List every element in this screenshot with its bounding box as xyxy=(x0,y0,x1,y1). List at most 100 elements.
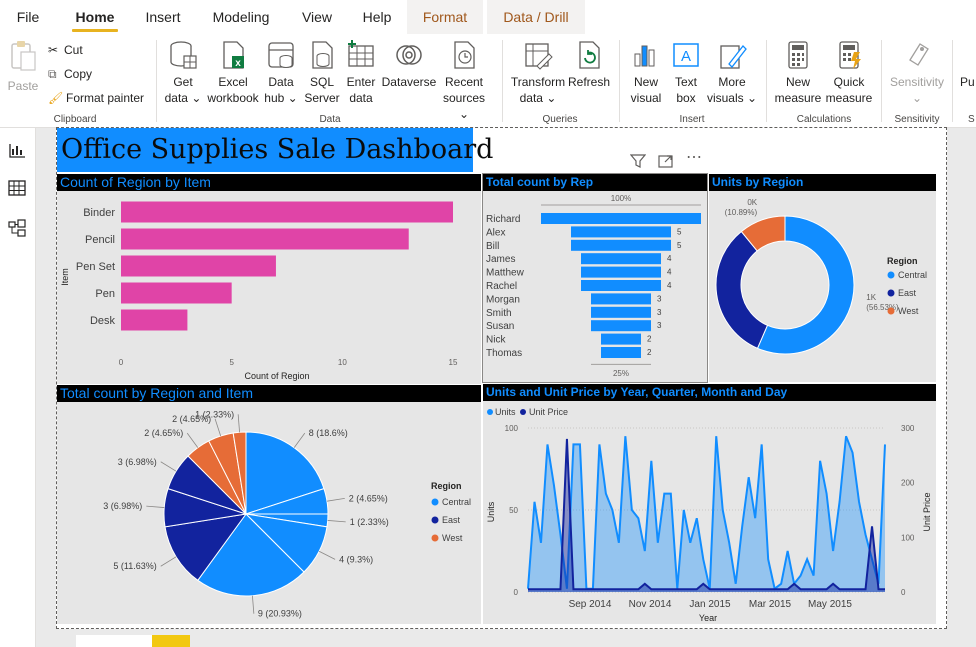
legend-marker xyxy=(431,516,439,524)
tab-view[interactable]: View xyxy=(293,0,341,34)
ribbon-separator xyxy=(952,40,953,122)
legend-label: East xyxy=(442,515,461,525)
excel-icon: x xyxy=(223,41,244,69)
tab-modeling[interactable]: Modeling xyxy=(203,0,279,34)
more-visuals-label-1: More xyxy=(718,75,746,89)
y2-tick-label: 200 xyxy=(901,479,915,488)
copy-button[interactable]: ⧉ Copy xyxy=(48,64,92,84)
more-visuals-button[interactable]: More visuals ⌄ xyxy=(706,40,758,106)
refresh-icon xyxy=(579,41,600,69)
svg-text:A: A xyxy=(681,48,691,65)
tab-data-drill[interactable]: Data / Drill xyxy=(487,0,585,34)
ribbon-separator xyxy=(619,40,620,122)
page-tab-1[interactable] xyxy=(76,635,152,647)
tab-insert[interactable]: Insert xyxy=(138,0,188,34)
get-data-button[interactable]: Get data ⌄ xyxy=(163,40,203,106)
enter-data-button[interactable]: Enter data xyxy=(342,40,380,106)
legend-label: Central xyxy=(442,497,471,507)
sensitivity-label: Sensitivity xyxy=(889,75,945,89)
page-tab-2[interactable] xyxy=(152,635,190,647)
pie-leader-line xyxy=(318,550,336,560)
paste-button[interactable]: Paste xyxy=(6,40,40,94)
x-tick-label: 0 xyxy=(119,358,124,367)
data-hub-label-1: Data xyxy=(268,75,294,89)
pie-data-label: 9 (20.93%) xyxy=(258,609,302,619)
dataverse-icon xyxy=(396,45,422,65)
funnel-top-label: 100% xyxy=(611,194,631,203)
text-box-icon: A xyxy=(673,43,699,67)
model-view-icon[interactable] xyxy=(7,218,27,238)
power-bi-window: File Home Insert Modeling View Help Form… xyxy=(0,0,976,647)
data-hub-button[interactable]: Data hub ⌄ xyxy=(262,40,300,106)
pie-data-label: 1 (2.33%) xyxy=(350,517,389,527)
quick-measure-label-2: measure xyxy=(825,91,873,105)
rep-label: Matthew xyxy=(486,268,525,279)
transform-data-button[interactable]: Transform data ⌄ xyxy=(509,40,567,106)
tab-file[interactable]: File xyxy=(6,0,50,34)
new-visual-label-1: New xyxy=(633,75,658,89)
funnel-bar xyxy=(591,306,651,318)
sensitivity-group-label: Sensitivity xyxy=(894,114,940,125)
rep-label: Smith xyxy=(486,308,512,319)
dataverse-button[interactable]: Dataverse xyxy=(381,40,437,90)
bar xyxy=(121,228,409,250)
tab-help[interactable]: Help xyxy=(354,0,400,34)
table-view-icon[interactable] xyxy=(7,178,27,198)
rep-label: Rachel xyxy=(486,281,517,292)
focus-mode-icon[interactable] xyxy=(658,154,674,168)
calculator-icon xyxy=(788,41,808,69)
pie-data-label: 2 (4.65%) xyxy=(144,428,183,438)
get-data-label-2: data ⌄ xyxy=(164,91,202,105)
cut-label: Cut xyxy=(64,43,83,57)
quick-measure-button[interactable]: Quick measure xyxy=(824,40,874,106)
format-painter-button[interactable]: 🖌 Format painter xyxy=(48,88,144,108)
more-options-icon[interactable]: ⋯ xyxy=(686,147,702,167)
pie-chart-visual[interactable]: Total count by Region and Item 8 (18.6%)… xyxy=(57,385,481,624)
funnel-chart-visual[interactable]: Total count by Rep 100% Richard Alex 5 Bill 5… xyxy=(482,173,708,383)
y2-tick-label: 300 xyxy=(901,424,915,433)
cut-button[interactable]: ✂ Cut xyxy=(48,40,83,60)
legend-marker xyxy=(887,289,895,297)
enter-data-label-1: Enter xyxy=(346,75,376,89)
category-label: Pencil xyxy=(85,234,115,246)
bar xyxy=(121,201,453,223)
refresh-button[interactable]: Refresh xyxy=(567,40,611,90)
report-view-icon[interactable] xyxy=(7,140,27,160)
clock-document-icon xyxy=(454,41,475,69)
pie-data-label: 8 (18.6%) xyxy=(309,428,348,438)
pie-leader-line xyxy=(160,461,177,472)
rep-label: Susan xyxy=(486,321,514,332)
excel-workbook-button[interactable]: x Excel workbook xyxy=(205,40,261,106)
quick-measure-icon xyxy=(839,41,861,69)
legend-marker xyxy=(520,409,526,415)
text-box-button[interactable]: A Text box xyxy=(668,40,704,106)
tab-home[interactable]: Home xyxy=(70,0,120,34)
paintbrush-icon: 🖌 xyxy=(48,91,64,105)
sensitivity-chevron-icon: ⌄ xyxy=(911,91,923,105)
sensitivity-button[interactable]: Sensitivity ⌄ xyxy=(888,40,946,106)
more-visuals-icon xyxy=(720,45,747,69)
x-tick-label: 15 xyxy=(449,358,458,367)
bar-chart-visual[interactable]: Count of Region by Item Binder Pencil Pen … xyxy=(57,174,481,384)
tab-format[interactable]: Format xyxy=(407,0,483,34)
x-tick-label: May 2015 xyxy=(808,599,852,610)
recent-sources-button[interactable]: Recent sources ⌄ xyxy=(437,40,491,122)
pie-chart-svg: 8 (18.6%) 2 (4.65%) 1 (2.33%) 4 (9.3%) 9 (20… xyxy=(103,409,471,619)
rep-label: Thomas xyxy=(486,348,522,359)
new-visual-button[interactable]: New visual xyxy=(626,40,666,106)
funnel-bar xyxy=(581,253,661,265)
category-label: Desk xyxy=(90,315,116,327)
transform-icon xyxy=(525,43,553,70)
bar xyxy=(121,282,232,304)
donut-chart-visual[interactable]: Units by Region 1K(56.53%)1K(32.5...)0K(… xyxy=(709,174,936,382)
publish-button[interactable]: Pu xyxy=(960,74,976,90)
ribbon-separator xyxy=(881,40,882,122)
funnel-value-label: 2 xyxy=(647,335,652,344)
pie-leader-line xyxy=(237,414,240,433)
new-measure-button[interactable]: New measure xyxy=(773,40,823,106)
ribbon: Paste ✂ Cut ⧉ Copy 🖌 Format painter Clipboa… xyxy=(0,34,976,128)
sql-server-button[interactable]: SQL Server xyxy=(303,40,341,106)
paste-icon xyxy=(11,41,36,71)
filter-icon[interactable] xyxy=(630,154,646,168)
area-chart-visual[interactable]: Units and Unit Price by Year, Quarter, M… xyxy=(483,384,936,624)
